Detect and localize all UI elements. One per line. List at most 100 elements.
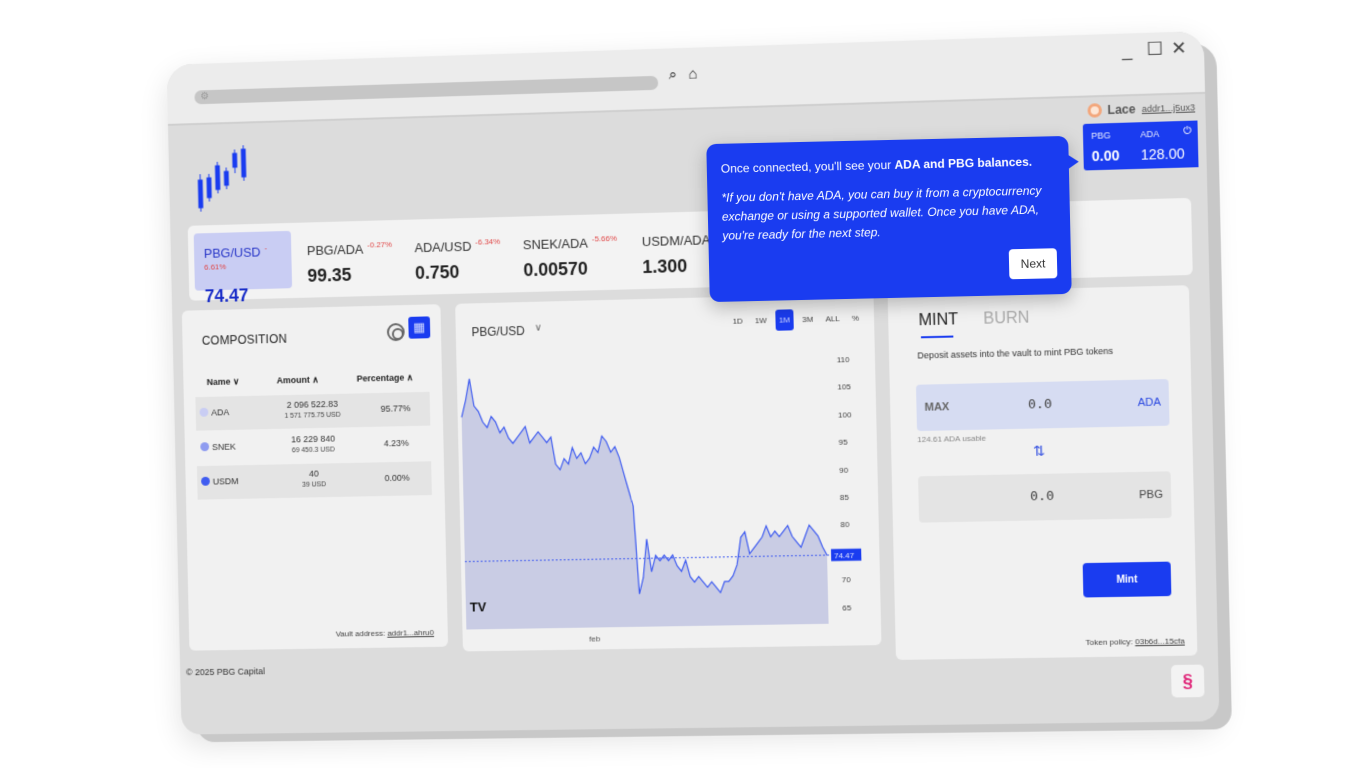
range-3m[interactable]: 3M bbox=[799, 309, 817, 330]
range-1m[interactable]: 1M bbox=[775, 309, 794, 331]
input-currency: ADA bbox=[1137, 396, 1161, 410]
tradingview-logo-icon[interactable]: TV bbox=[470, 599, 487, 614]
table-view-button[interactable]: ▦ bbox=[408, 316, 431, 339]
table-row: ADA 2 096 522.83 1 571 775.75 USD 95.77% bbox=[195, 391, 431, 431]
ticker-change: -6.34% bbox=[475, 237, 501, 247]
asset-amount: 40 bbox=[308, 468, 319, 479]
wallet-widget: Lace addr1...j5ux3 PBG 0.00 ADA 128.00 ⏻ bbox=[1082, 100, 1199, 171]
composition-table-header: Name ∨ Amount ∧ Percentage ∧ bbox=[195, 368, 430, 393]
sort-amount-header[interactable]: Amount ∧ bbox=[277, 375, 319, 387]
x-tick-label: feb bbox=[589, 634, 601, 643]
extension-logo-icon[interactable]: § bbox=[1170, 664, 1205, 698]
ticker-pair: ADA/USD bbox=[414, 238, 472, 256]
price-area-fill bbox=[460, 370, 829, 630]
asset-amount: 16 229 840 bbox=[290, 433, 336, 445]
ticker-ada-usd[interactable]: ADA/USD -6.34% 0.750 bbox=[404, 225, 514, 285]
asset-name: USDM bbox=[212, 476, 239, 487]
wallet-balances: PBG 0.00 ADA 128.00 ⏻ bbox=[1082, 120, 1199, 171]
range-1w[interactable]: 1W bbox=[752, 310, 771, 331]
usable-balance: 124.61 ADA usable bbox=[917, 433, 987, 445]
pbg-amount-output: 0.0 bbox=[1029, 488, 1055, 505]
table-row: USDM 40 39 USD 0.00% bbox=[196, 461, 432, 500]
footer-copyright: © 2025 PBG Capital bbox=[185, 666, 265, 678]
chevron-down-icon[interactable]: ∨ bbox=[535, 323, 542, 334]
token-policy: Token policy: 03b6d...15cfa bbox=[1085, 636, 1184, 647]
y-tick-label: 65 bbox=[842, 603, 852, 612]
pbg-logo-icon[interactable] bbox=[196, 143, 256, 214]
asset-percentage: 0.00% bbox=[384, 472, 410, 484]
search-icon[interactable]: ⌕ bbox=[664, 66, 682, 85]
y-tick-label: 100 bbox=[838, 410, 852, 419]
tooltip-heading-text: Once connected, you'll see your bbox=[720, 157, 895, 176]
ada-balance-label: ADA bbox=[1140, 128, 1160, 140]
asset-color-dot bbox=[201, 476, 210, 486]
ada-balance-value: 128.00 bbox=[1140, 145, 1185, 163]
price-chart[interactable]: 6570758085909510010511074.47 febTV bbox=[456, 339, 881, 647]
y-tick-label: 105 bbox=[837, 383, 851, 392]
sort-percentage-header[interactable]: Percentage ∧ bbox=[357, 372, 414, 384]
range-percent[interactable]: % bbox=[848, 308, 862, 329]
mint-button[interactable]: Mint bbox=[1082, 561, 1172, 598]
swap-direction-icon[interactable]: ⇅ bbox=[1033, 442, 1045, 459]
close-button[interactable]: ✕ bbox=[1171, 38, 1187, 60]
active-tab-indicator bbox=[920, 335, 954, 339]
home-icon[interactable]: ⌂ bbox=[684, 65, 702, 84]
vault-address-link[interactable]: addr1...ahru0 bbox=[387, 628, 434, 638]
ticker-pbg-ada[interactable]: PBG/ADA -0.27% 99.35 bbox=[297, 228, 406, 288]
output-currency: PBG bbox=[1138, 488, 1164, 502]
y-tick-label: 80 bbox=[840, 520, 850, 529]
ticker-value: 0.750 bbox=[414, 261, 460, 283]
y-tick-label: 90 bbox=[839, 465, 849, 474]
asset-name: SNEK bbox=[211, 441, 236, 453]
power-disconnect-icon[interactable]: ⏻ bbox=[1183, 126, 1191, 137]
time-range-selector: 1D 1W 1M 3M ALL% bbox=[729, 308, 862, 332]
ticker-change: -5.66% bbox=[591, 233, 618, 244]
wallet-address-link[interactable]: addr1...j5ux3 bbox=[1142, 102, 1196, 114]
ticker-pbg-usd[interactable]: PBG/USD -6.61% 74.47 bbox=[193, 230, 293, 306]
composition-panel: COMPOSITION ▦ Name ∨ Amount ∧ Percentage… bbox=[181, 304, 449, 651]
token-policy-link[interactable]: 03b6d...15cfa bbox=[1135, 636, 1185, 646]
minimize-button[interactable]: _ bbox=[1122, 39, 1133, 61]
asset-usd: 39 USD bbox=[302, 481, 327, 489]
site-settings-icon[interactable]: ⚙ bbox=[200, 91, 209, 102]
last-price-label: 74.47 bbox=[834, 551, 854, 560]
y-tick-label: 110 bbox=[837, 355, 851, 364]
chart-pair-selector[interactable]: PBG/USD bbox=[471, 324, 525, 339]
asset-amount: 2 096 522.83 bbox=[286, 398, 339, 410]
pbg-output-box: 0.0 PBG bbox=[918, 471, 1172, 523]
range-1d[interactable]: 1D bbox=[729, 310, 746, 331]
ticker-change: -0.27% bbox=[367, 239, 393, 250]
wallet-provider: Lace bbox=[1107, 102, 1136, 118]
maximize-button[interactable]: ☐ bbox=[1146, 38, 1163, 60]
ticker-snek-ada[interactable]: SNEK/ADA -5.66% 0.00570 bbox=[513, 221, 633, 282]
max-button[interactable]: MAX bbox=[924, 401, 949, 414]
ticker-pair: PBG/ADA bbox=[306, 241, 364, 259]
price-chart-panel: PBG/USD ∨ 1D1W1M3MALL% 65707580859095100… bbox=[455, 293, 882, 652]
mint-burn-panel: MINT BURN Deposit assets into the vault … bbox=[887, 285, 1198, 660]
ada-amount-input[interactable]: 0.0 bbox=[1028, 397, 1052, 413]
asset-percentage: 4.23% bbox=[383, 437, 409, 449]
address-bar[interactable]: ⚙ bbox=[194, 75, 659, 105]
ticker-value: 99.35 bbox=[307, 264, 352, 286]
ticker-pair: PBG/USD bbox=[203, 244, 261, 261]
next-button[interactable]: Next bbox=[1008, 248, 1058, 280]
ticker-value: 0.00570 bbox=[523, 258, 589, 281]
range-all[interactable]: ALL bbox=[822, 308, 843, 330]
asset-name: ADA bbox=[211, 407, 230, 418]
asset-usd: 1 571 775.75 USD bbox=[284, 411, 341, 420]
vault-address-label: Vault address: bbox=[335, 628, 386, 639]
ada-input-box[interactable]: MAX 0.0 ADA bbox=[915, 379, 1170, 432]
ticker-pair: USDM/ADA bbox=[641, 232, 711, 250]
tab-mint[interactable]: MINT bbox=[918, 311, 958, 330]
asset-color-dot bbox=[200, 442, 210, 452]
tooltip-heading-bold: ADA and PBG balances. bbox=[894, 154, 1033, 172]
token-policy-label: Token policy: bbox=[1085, 637, 1133, 648]
tooltip-heading: Once connected, you'll see your ADA and … bbox=[721, 155, 1033, 176]
table-row: SNEK 16 229 840 69 450.3 USD 4.23% bbox=[196, 427, 431, 466]
composition-title: COMPOSITION bbox=[201, 331, 288, 348]
vault-address: Vault address: addr1...ahru0 bbox=[336, 628, 435, 638]
lace-wallet-icon bbox=[1087, 103, 1102, 118]
donut-chart-view-button[interactable] bbox=[386, 322, 405, 342]
tab-burn[interactable]: BURN bbox=[983, 309, 1029, 328]
sort-name-header[interactable]: Name ∨ bbox=[207, 376, 240, 388]
